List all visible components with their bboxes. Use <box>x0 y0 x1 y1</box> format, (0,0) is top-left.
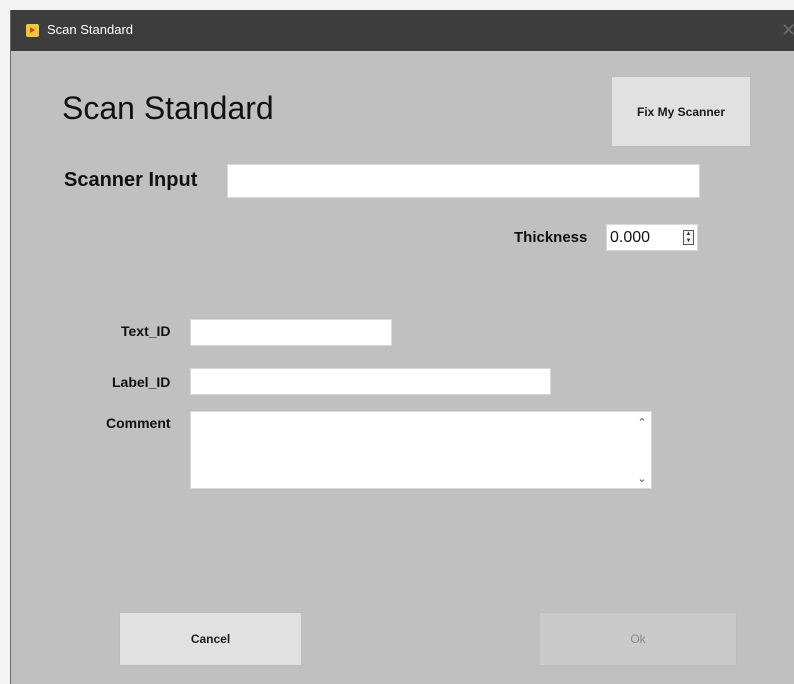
ok-button[interactable]: Ok <box>539 612 737 666</box>
title-bar[interactable]: Scan Standard ✕ <box>11 10 794 51</box>
thickness-spin-buttons[interactable]: ▲ ▼ <box>683 230 694 245</box>
scan-standard-dialog: Scan Standard ✕ Scan Standard Fix My Sca… <box>10 10 794 684</box>
label-id-label: Label_ID <box>112 374 171 390</box>
thickness-value[interactable]: 0.000 <box>610 228 650 248</box>
app-icon <box>26 24 39 37</box>
text-id-label: Text_ID <box>121 323 171 339</box>
close-icon[interactable]: ✕ <box>781 18 794 42</box>
page-title: Scan Standard <box>62 90 274 126</box>
scanner-input-label: Scanner Input <box>64 169 198 191</box>
label-id-input[interactable] <box>190 368 551 395</box>
window-title: Scan Standard <box>47 22 134 37</box>
cancel-button[interactable]: Cancel <box>119 612 302 666</box>
text-id-input[interactable] <box>190 319 392 346</box>
scanner-input[interactable] <box>227 164 700 198</box>
scroll-up-icon[interactable]: ⌃ <box>637 418 647 429</box>
comment-textarea[interactable] <box>190 411 652 489</box>
thickness-label: Thickness <box>514 229 588 246</box>
fix-my-scanner-button[interactable]: Fix My Scanner <box>611 76 751 147</box>
scroll-down-icon[interactable]: ⌄ <box>637 474 647 485</box>
increment-icon[interactable]: ▲ <box>684 231 693 237</box>
background-window-edge <box>540 0 794 10</box>
comment-label: Comment <box>106 415 171 431</box>
decrement-icon[interactable]: ▼ <box>684 238 693 244</box>
thickness-stepper[interactable]: 0.000 ▲ ▼ <box>606 224 698 251</box>
